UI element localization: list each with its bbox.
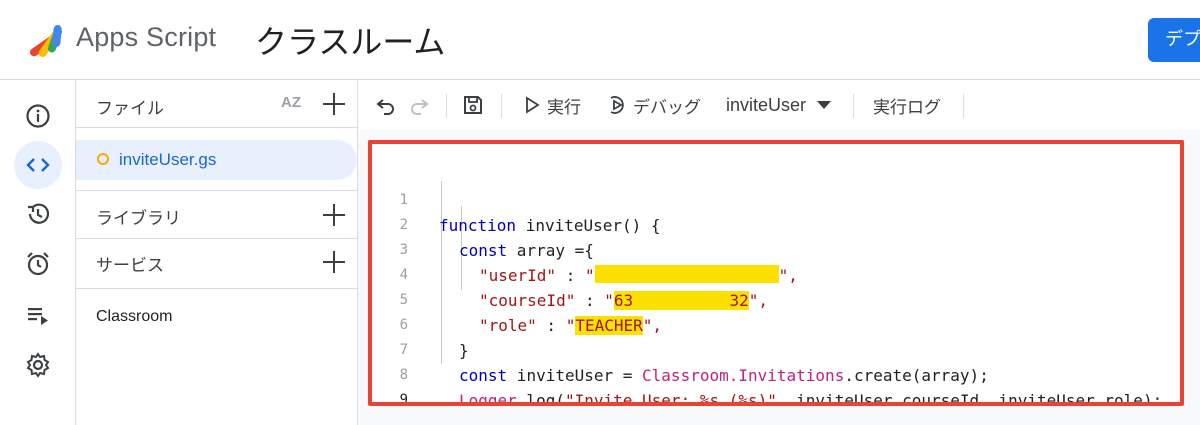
libraries-label: ライブラリ: [96, 209, 181, 229]
function-select[interactable]: inviteUser: [726, 80, 832, 130]
sort-az-icon[interactable]: AZ: [281, 94, 301, 111]
services-row: サービス: [76, 239, 357, 289]
file-name: inviteUser.gs: [119, 150, 217, 169]
undo-icon: [376, 99, 394, 115]
top-bar: Apps Script クラスルーム デプロイ: [0, 0, 1200, 80]
code-line: 2 const array ={: [399, 217, 594, 260]
save-icon: [464, 96, 482, 114]
service-item-classroom[interactable]: Classroom: [96, 308, 172, 326]
libraries-row: ライブラリ: [76, 190, 357, 239]
settings-button[interactable]: [14, 341, 62, 389]
code-line: 1 function inviteUser() {: [399, 192, 661, 235]
left-rail: [0, 80, 76, 425]
add-library-icon[interactable]: [323, 204, 345, 226]
code-line: 7 const inviteUser = Classroom.Invitatio…: [399, 342, 989, 385]
overview-button[interactable]: [14, 92, 62, 140]
code-line: 10: [372, 388, 1180, 402]
project-title[interactable]: クラスルーム: [255, 17, 445, 63]
history-icon: [28, 203, 50, 224]
executions-button[interactable]: [14, 291, 62, 339]
files-header: ファイル AZ: [76, 80, 357, 128]
debug-button[interactable]: デバッグ: [606, 80, 701, 130]
file-panel: ファイル AZ inviteUser.gs ライブラリ サービス Classro…: [76, 80, 358, 425]
undo-button[interactable]: [375, 80, 397, 130]
run-label: 実行: [547, 97, 581, 118]
triggers-history-button[interactable]: [14, 190, 62, 238]
execution-log-button[interactable]: 実行ログ: [873, 80, 941, 130]
editor-button[interactable]: [14, 141, 62, 189]
info-icon: [26, 104, 50, 128]
save-button[interactable]: [462, 80, 484, 130]
playlist-icon: [28, 308, 48, 325]
code-line: 3 "userId" : " ",: [399, 242, 798, 285]
function-select-value: inviteUser: [726, 94, 807, 115]
execution-log-label: 実行ログ: [873, 97, 941, 118]
debug-label: デバッグ: [633, 97, 701, 118]
dropdown-arrow-icon: [817, 101, 832, 109]
play-icon: [526, 96, 540, 114]
app-name: Apps Script: [76, 22, 217, 52]
code-icon: [26, 158, 50, 172]
add-file-icon[interactable]: [323, 93, 345, 115]
file-item-inviteuser[interactable]: inviteUser.gs: [76, 140, 357, 180]
services-label: サービス: [96, 256, 164, 276]
run-button[interactable]: 実行: [523, 80, 581, 130]
add-service-icon[interactable]: [323, 251, 345, 273]
code-line: 5 "role" : "TEACHER",: [399, 292, 663, 335]
triggers-button[interactable]: [14, 240, 62, 288]
debug-icon: [610, 96, 624, 114]
alarm-icon: [27, 252, 49, 276]
code-line: 9 }: [372, 363, 1180, 402]
code-line: 4 "courseId" : "63 32",: [399, 267, 768, 310]
code-line: 8 Logger.log("Invite User: %s (%s)", inv…: [399, 367, 1163, 406]
gear-icon: [26, 352, 50, 378]
deploy-button[interactable]: デプロイ: [1148, 18, 1200, 62]
code-line: 6 }: [399, 317, 469, 360]
unsaved-dot-icon: [97, 153, 109, 165]
files-title: ファイル: [96, 99, 164, 119]
code-editor[interactable]: 1 function inviteUser() { 2 const array …: [368, 140, 1184, 406]
redo-icon: [411, 99, 429, 115]
redo-button[interactable]: [408, 80, 430, 130]
apps-script-logo[interactable]: [26, 22, 68, 58]
editor-toolbar: 実行 デバッグ inviteUser 実行ログ: [358, 80, 1200, 130]
